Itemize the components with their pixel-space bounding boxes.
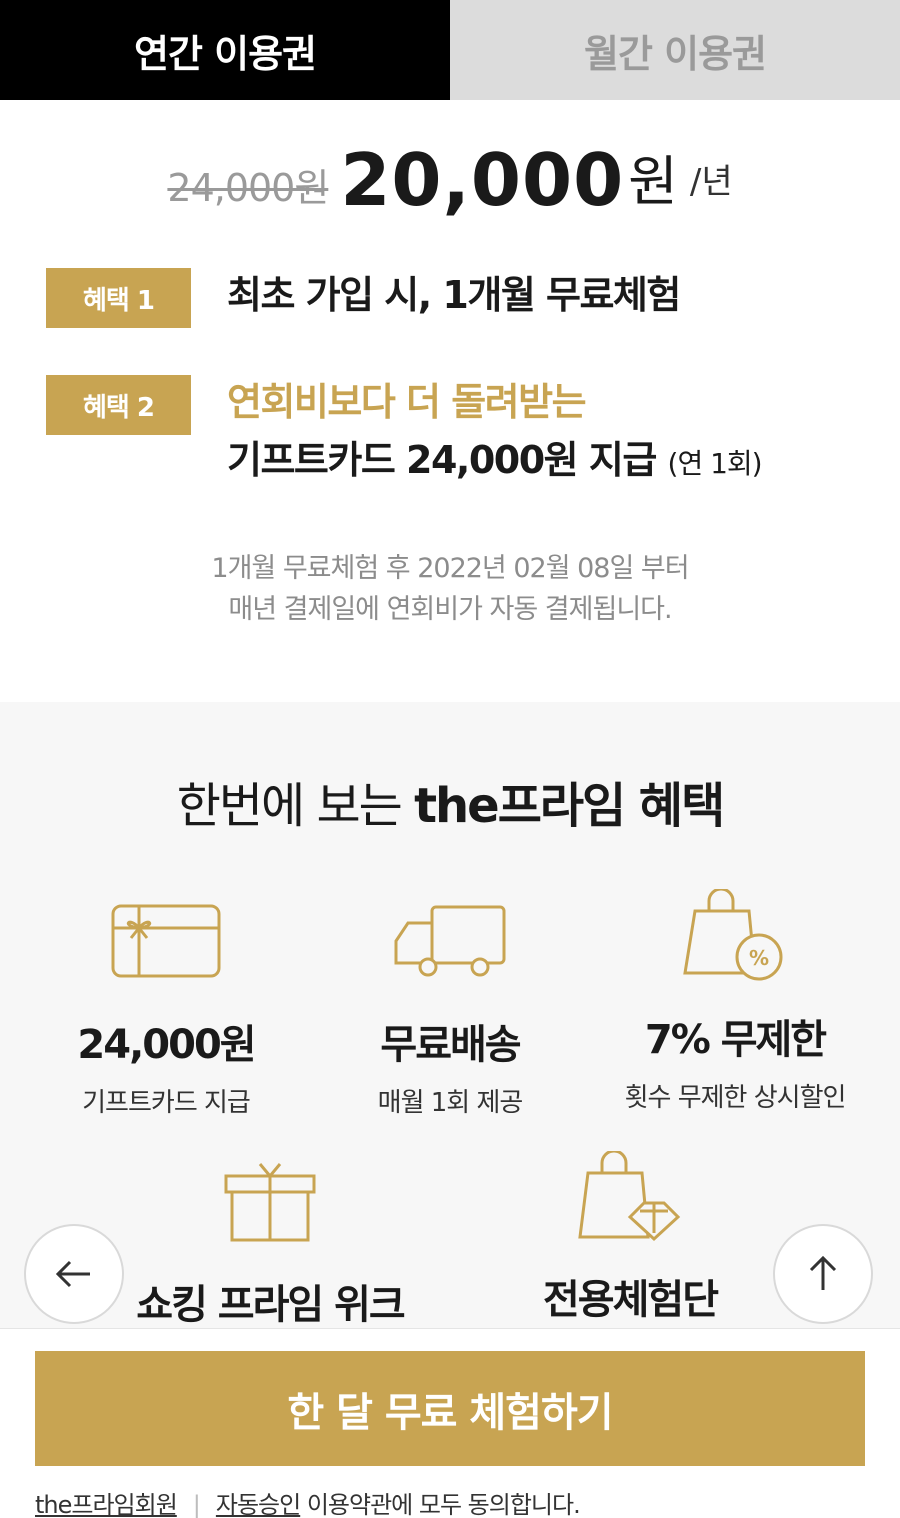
price-row: 24,000원 20,000 원 /년 (0, 130, 900, 230)
arrow-left-icon (55, 1260, 90, 1288)
feature-subtitle: 기프트카드 지급 (82, 1088, 251, 1118)
feature-title: 7% 무제한 (644, 1017, 827, 1063)
terms-link-auto-approval[interactable]: 자동승인 (216, 1491, 301, 1518)
bottom-bar: 한 달 무료 체험하기 the프라임회원 | 자동승인 이용약관에 모두 동의합니다… (0, 1328, 900, 1518)
original-price: 24,000원 (167, 165, 329, 210)
tab-annual[interactable]: 연간 이용권 (0, 0, 450, 100)
svg-text:%: % (749, 946, 769, 970)
notice-line-2: 매년 결제일에 연회비가 자동 결제됩니다. (228, 594, 672, 625)
feature-title: 전용체험단 (543, 1277, 719, 1323)
price-period: /년 (689, 161, 733, 202)
current-price: 20,000 (340, 138, 625, 222)
benefit-note: (연 1회) (667, 447, 763, 480)
benefit-text: 최초 가입 시, 1개월 무료체험 (227, 273, 681, 317)
feature-subtitle: 매월 1회 제공 (377, 1088, 524, 1118)
terms-link-membership[interactable]: the프라임회원 (35, 1491, 178, 1518)
benefit-detail: 기프트카드 24,000원 지급 (연 1회) (227, 431, 763, 493)
auto-payment-notice: 1개월 무료체험 후 2022년 02월 08일 부터 매년 결제일에 연회비가… (0, 548, 900, 630)
benefit-badge: 혜택 1 (46, 268, 191, 328)
terms-separator: | (192, 1491, 201, 1518)
feature-title: 24,000원 (77, 1022, 256, 1068)
free-trial-button[interactable]: 한 달 무료 체험하기 (35, 1351, 865, 1466)
discount-bag-icon: % (585, 887, 885, 987)
benefit-highlight: 연회비보다 더 돌려받는 (227, 380, 587, 424)
feature-discount: % 7% 무제한 횟수 무제한 상시할인 (585, 887, 885, 1114)
benefit-2: 혜택 2 연회비보다 더 돌려받는 기프트카드 24,000원 지급 (연 1회… (46, 373, 763, 493)
terms-agreement: the프라임회원 | 자동승인 이용약관에 모두 동의합니다. (35, 1485, 581, 1518)
feature-title: 쇼킹 프라임 위크 (136, 1282, 405, 1328)
tab-monthly[interactable]: 월간 이용권 (450, 0, 900, 100)
delivery-truck-icon (300, 892, 600, 992)
feature-gift-card: 24,000원 기프트카드 지급 (16, 892, 316, 1119)
notice-line-1: 1개월 무료체험 후 2022년 02월 08일 부터 (211, 553, 689, 584)
summary-title: 한번에 보는 the프라임 혜택 (0, 766, 900, 836)
summary-title-bold: the프라임 혜택 (414, 778, 725, 834)
benefit-1: 혜택 1 최초 가입 시, 1개월 무료체험 (46, 268, 681, 328)
feature-free-delivery: 무료배송 매월 1회 제공 (300, 892, 600, 1119)
benefit-badge: 혜택 2 (46, 375, 191, 435)
back-button[interactable] (24, 1224, 124, 1324)
benefit-detail-text: 기프트카드 24,000원 지급 (227, 438, 657, 482)
feature-shocking-prime-week: 쇼킹 프라임 위크 (120, 1152, 420, 1330)
arrow-up-icon (809, 1255, 837, 1290)
scroll-top-button[interactable] (773, 1224, 873, 1324)
feature-exclusive-trial: 전용체험단 (480, 1147, 780, 1325)
terms-text: 이용약관에 모두 동의합니다. (300, 1491, 581, 1518)
gift-card-icon (16, 892, 316, 992)
benefit-text-block: 연회비보다 더 돌려받는 기프트카드 24,000원 지급 (연 1회) (227, 373, 763, 493)
diamond-bag-icon (480, 1147, 780, 1247)
feature-title: 무료배송 (380, 1022, 521, 1068)
benefit-summary-section: 한번에 보는 the프라임 혜택 24,000원 기프트카드 지급 무료배송 매… (0, 702, 900, 1342)
feature-subtitle: 횟수 무제한 상시할인 (624, 1083, 847, 1113)
price-unit: 원 (628, 149, 678, 213)
plan-tabs: 연간 이용권 월간 이용권 (0, 0, 900, 100)
summary-title-prefix: 한번에 보는 (176, 778, 415, 834)
gift-box-icon (120, 1152, 420, 1252)
